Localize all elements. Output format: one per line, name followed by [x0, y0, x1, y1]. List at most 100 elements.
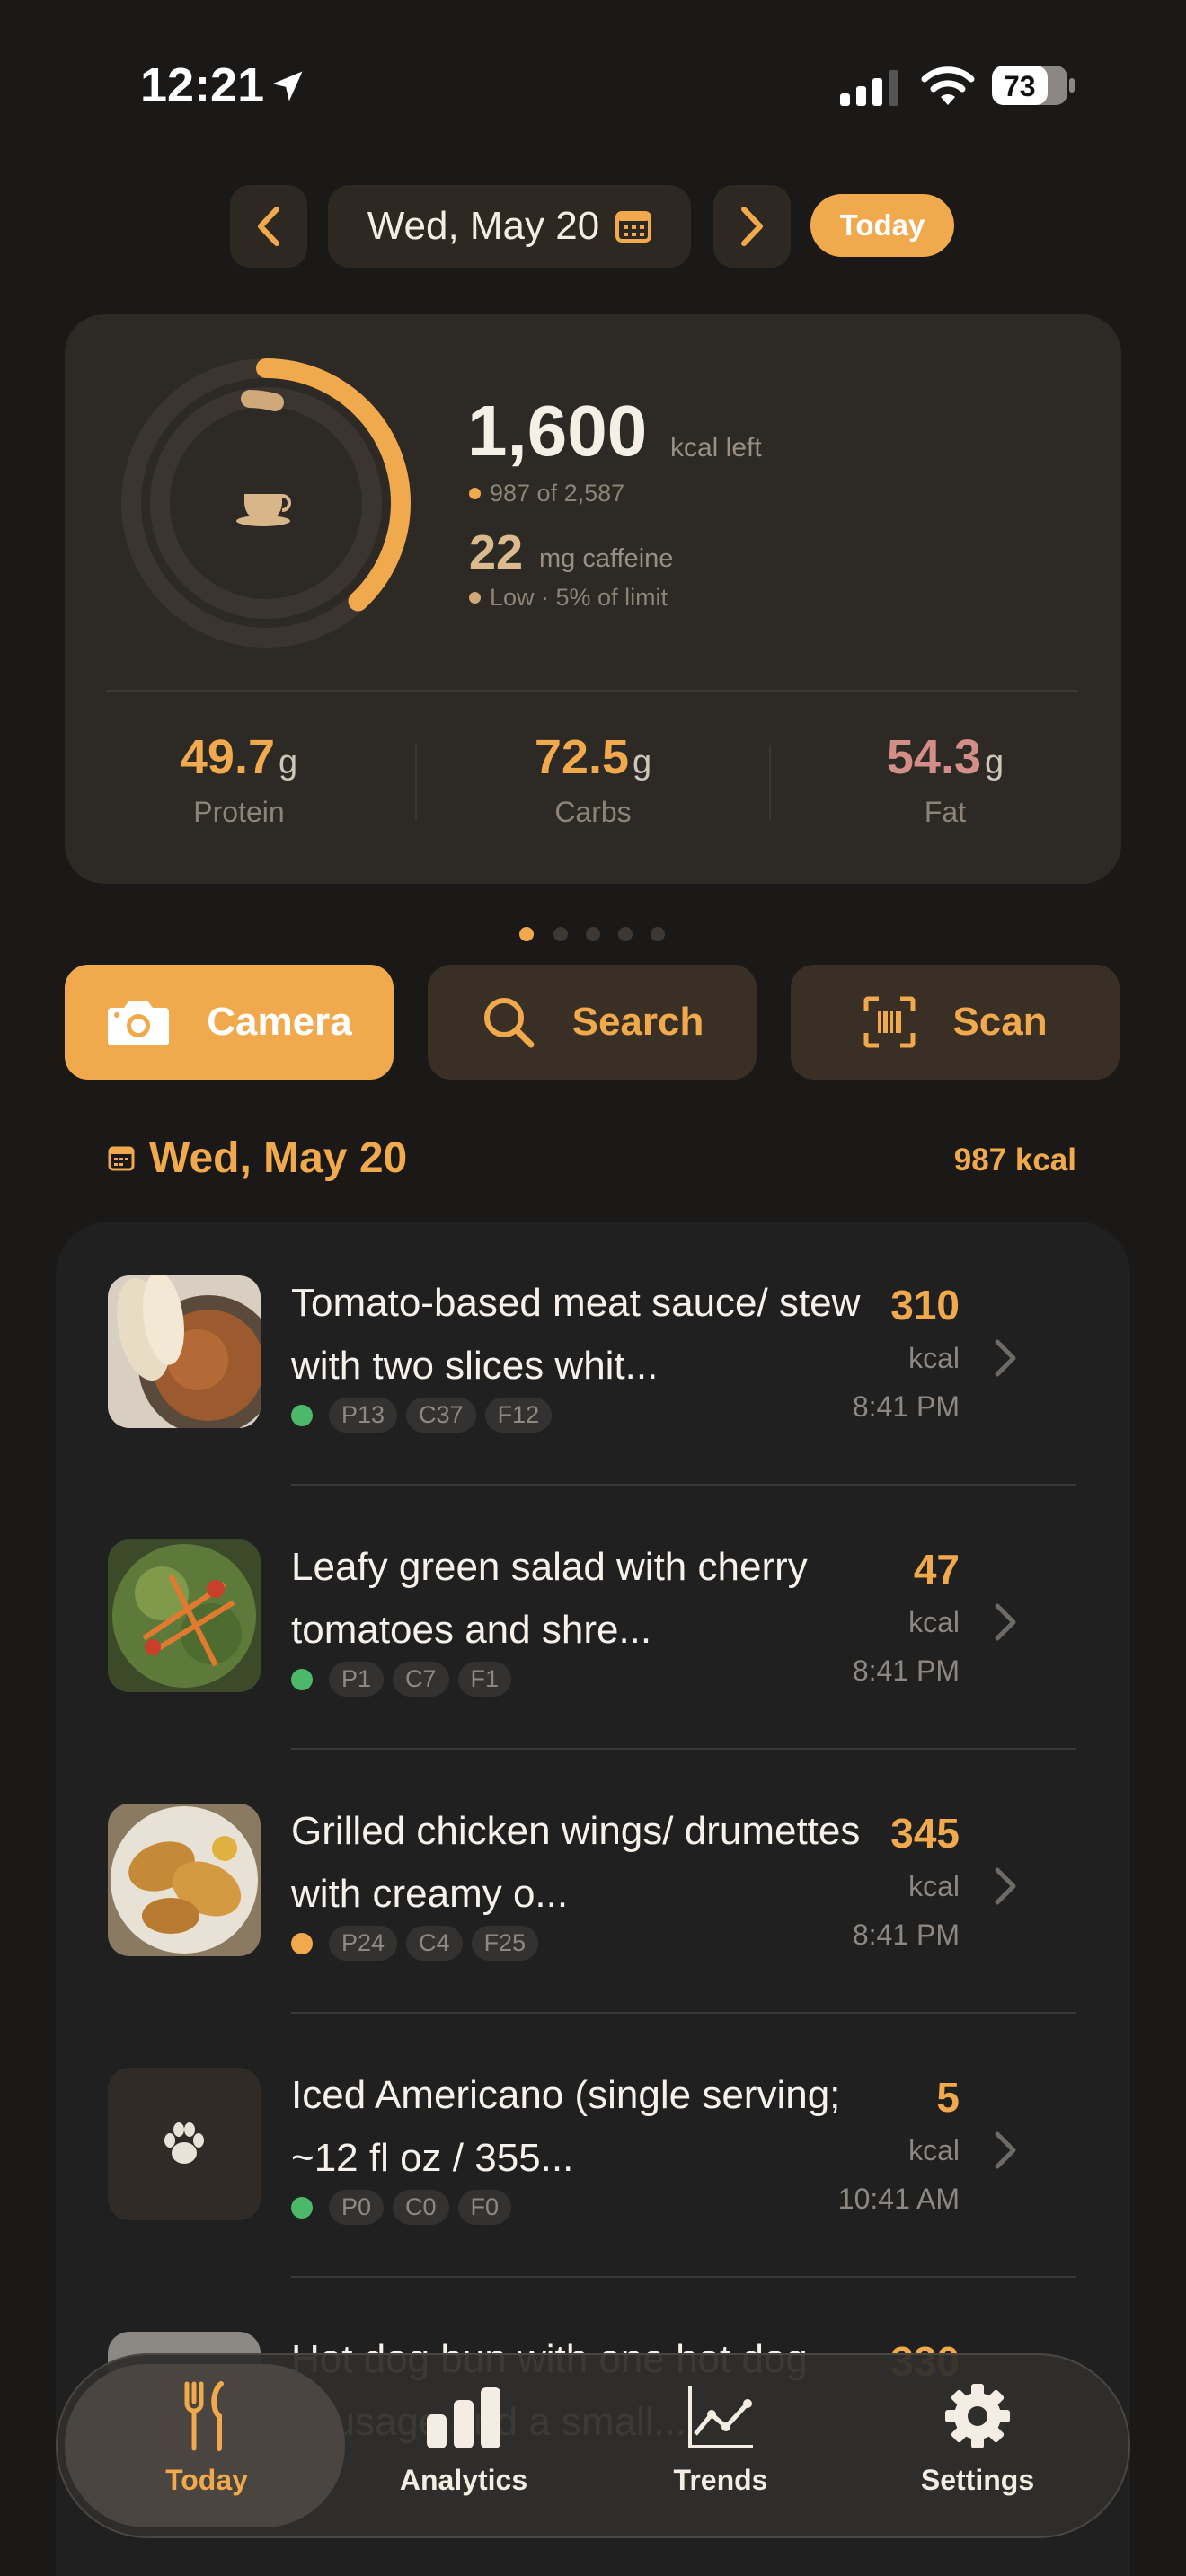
- next-day-button[interactable]: [713, 185, 791, 268]
- cellular-signal-icon: [840, 70, 898, 106]
- search-icon: [483, 998, 535, 1048]
- today-button[interactable]: Today: [810, 194, 954, 257]
- macro-tags: P13 C37 F12: [291, 1398, 553, 1433]
- tab-label: Settings: [920, 2464, 1035, 2496]
- bar-chart-icon: [427, 2387, 500, 2448]
- page-dot-3[interactable]: [586, 927, 600, 941]
- macro-divider: [769, 745, 771, 819]
- chevron-right-icon: [995, 2131, 1016, 2169]
- gear-icon: [945, 2384, 1010, 2448]
- tag-protein: P13: [329, 1398, 398, 1433]
- scan-button[interactable]: Scan: [791, 965, 1120, 1080]
- calendar-icon: [108, 1146, 135, 1170]
- meal-kcal: 345: [890, 1810, 960, 1857]
- consumed-text: 987 of 2,587: [490, 480, 625, 507]
- page-dot-5[interactable]: [651, 927, 665, 941]
- tag-protein: P24: [329, 1926, 398, 1961]
- calorie-ring: [121, 358, 411, 648]
- meal-row[interactable]: Leafy green salad with cherry tomatoes a…: [56, 1486, 1130, 1750]
- chevron-right-icon: [741, 207, 763, 246]
- day-total-kcal: 987 kcal: [953, 1142, 1076, 1178]
- macro-unit: g: [278, 744, 298, 781]
- paw-placeholder: [108, 2068, 261, 2220]
- previous-day-button[interactable]: [230, 185, 307, 268]
- tab-label: Trends: [673, 2464, 768, 2496]
- meal-kcal: 47: [913, 1546, 960, 1592]
- meal-name: Iced Americano (single serving; ~12 fl o…: [291, 2073, 841, 2180]
- status-dot: [291, 2196, 313, 2219]
- status-dot: [291, 1668, 313, 1690]
- battery-indicator: 73: [991, 65, 1075, 106]
- macro-name: Protein: [193, 796, 285, 828]
- chevron-right-icon: [995, 1867, 1016, 1905]
- fork-knife-icon: [184, 2381, 224, 2451]
- chevron-left-icon: [258, 207, 279, 246]
- macro-tags: P0 C0 F0: [291, 2190, 512, 2225]
- camera-label: Camera: [207, 1000, 352, 1044]
- summary-divider: [106, 690, 1078, 692]
- tag-fat: F1: [457, 1662, 512, 1697]
- tab-today[interactable]: Today: [90, 2380, 323, 2497]
- meal-time: 8:41 PM: [852, 1390, 960, 1423]
- caffeine-ring-progress: [241, 390, 284, 411]
- meal-row[interactable]: Iced Americano (single serving; ~12 fl o…: [56, 2014, 1130, 2278]
- caffeine-status-line: Low · 5% of limit: [469, 584, 668, 612]
- search-label: Search: [571, 1000, 704, 1044]
- chevron-right-icon: [995, 1339, 1016, 1377]
- meal-name: Leafy green salad with cherry tomatoes a…: [291, 1545, 808, 1652]
- meal-time: 10:41 AM: [837, 2183, 960, 2215]
- tab-trends[interactable]: Trends: [604, 2380, 837, 2497]
- tag-protein: P0: [329, 2190, 385, 2225]
- meal-row[interactable]: Grilled chicken wings/ drumettes with cr…: [56, 1750, 1130, 2014]
- camera-icon: [108, 1001, 170, 1045]
- macro-value: 72.5: [534, 730, 629, 784]
- meal-kcal: 5: [936, 2074, 960, 2121]
- day-header: Wed, May 20: [108, 1134, 407, 1183]
- meal-name: Tomato-based meat sauce/ stew with two s…: [291, 1281, 861, 1388]
- meal-kcal-unit: kcal: [908, 1870, 960, 1902]
- search-button[interactable]: Search: [428, 965, 757, 1080]
- kcal-left-label: kcal left: [670, 433, 762, 463]
- meal-time: 8:41 PM: [852, 1654, 960, 1687]
- status-time: 12:21: [140, 58, 265, 112]
- tag-carbs: C4: [406, 1926, 463, 1961]
- macro-value: 49.7: [180, 730, 275, 784]
- tag-fat: F25: [471, 1926, 539, 1961]
- page-dot-1[interactable]: [519, 927, 534, 941]
- stew-photo: [108, 1275, 261, 1428]
- line-chart-icon: [688, 2386, 753, 2448]
- caffeine-value: 22: [469, 525, 524, 579]
- caffeine-label: mg caffeine: [539, 544, 674, 573]
- camera-button[interactable]: Camera: [65, 965, 394, 1080]
- page-dot-4[interactable]: [618, 927, 633, 941]
- caffeine-dot: [469, 592, 481, 604]
- coffee-cup-icon: [236, 494, 291, 526]
- macro-tags: P24 C4 F25: [291, 1926, 539, 1961]
- tag-carbs: C0: [393, 2190, 449, 2225]
- salad-photo: [108, 1539, 261, 1692]
- meal-kcal: 310: [890, 1282, 960, 1328]
- tag-fat: F0: [457, 2190, 512, 2225]
- kcal-left-value: 1,600: [467, 391, 648, 471]
- day-title: Wed, May 20: [149, 1134, 408, 1182]
- tab-settings[interactable]: Settings: [861, 2380, 1094, 2497]
- meal-row[interactable]: Tomato-based meat sauce/ stew with two s…: [56, 1222, 1130, 1486]
- tag-fat: F12: [484, 1398, 553, 1433]
- meal-kcal-unit: kcal: [908, 1606, 960, 1638]
- macro-name: Fat: [924, 796, 967, 828]
- meal-time: 8:41 PM: [852, 1919, 960, 1951]
- macro-divider: [415, 745, 417, 819]
- page-dot-2[interactable]: [553, 927, 568, 941]
- tag-protein: P1: [329, 1662, 385, 1697]
- wifi-icon: [921, 66, 975, 105]
- macro-carbs: 72.5 g Carbs: [458, 729, 728, 829]
- meal-kcal-unit: kcal: [908, 1342, 960, 1374]
- tab-label: Today: [165, 2464, 248, 2496]
- macro-unit: g: [632, 744, 652, 781]
- date-picker-button[interactable]: Wed, May 20: [328, 185, 691, 268]
- tab-analytics[interactable]: Analytics: [347, 2380, 580, 2497]
- meal-kcal-unit: kcal: [908, 2134, 960, 2166]
- macro-unit: g: [984, 744, 1005, 781]
- scan-label: Scan: [952, 1000, 1048, 1044]
- barcode-scan-icon: [863, 996, 916, 1048]
